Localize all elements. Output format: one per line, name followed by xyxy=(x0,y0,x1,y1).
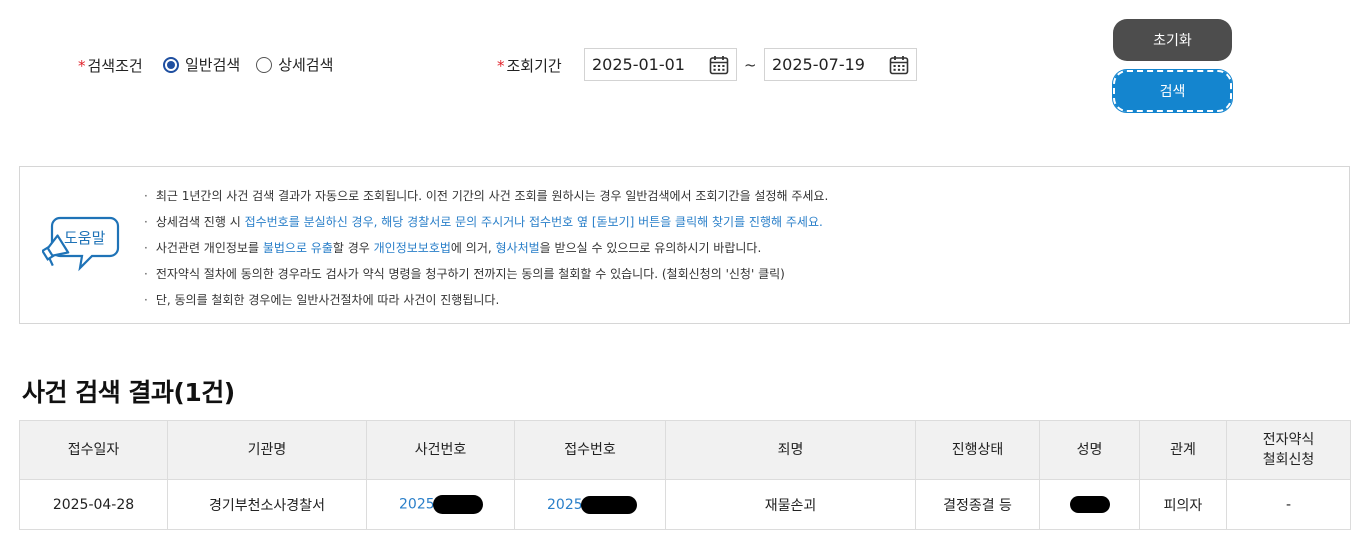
help-text: 단, 동의를 철회한 경우에는 일반사건절차에 따라 사건이 진행됩니다. xyxy=(155,293,500,307)
cell-case-number[interactable]: 2025 xyxy=(366,479,515,530)
column-header: 접수일자 xyxy=(19,420,168,480)
receipt-number-link[interactable]: 2025 xyxy=(547,497,583,513)
calendar-icon[interactable] xyxy=(708,54,730,76)
help-megaphone-icon: 도움말 xyxy=(42,216,120,272)
result-table: 접수일자 기관명 사건번호 접수번호 죄명 진행상태 성명 관계 전자약식 철회… xyxy=(19,420,1351,530)
help-line: 최근 1년간의 사건 검색 결과가 자동으로 조회됩니다. 이전 기간의 사건 … xyxy=(144,183,828,209)
help-text: 에 의거, xyxy=(450,241,496,255)
date-from-input[interactable]: 2025-01-01 xyxy=(584,48,737,81)
date-separator: ~ xyxy=(744,56,757,74)
column-header: 관계 xyxy=(1139,420,1227,480)
help-line: 사건관련 개인정보를 불법으로 유출할 경우 개인정보보호법에 의거, 형사처벌… xyxy=(144,235,828,261)
radio-detail-search[interactable]: 상세검색 xyxy=(256,54,333,75)
search-condition-label: * 검색조건 xyxy=(78,57,143,75)
redaction-mark xyxy=(1069,496,1110,513)
help-text: 을 받으실 수 있으므로 유의하시기 바랍니다. xyxy=(539,241,762,255)
column-header: 사건번호 xyxy=(366,420,515,480)
radio-checked-icon[interactable] xyxy=(163,56,179,73)
redaction-mark xyxy=(580,495,637,514)
cell-status: 결정종결 등 xyxy=(915,479,1040,530)
column-header: 전자약식 철회신청 xyxy=(1226,420,1351,480)
redaction-mark xyxy=(432,495,483,514)
column-header: 성명 xyxy=(1039,420,1140,480)
search-condition-radio-group: 일반검색 상세검색 xyxy=(163,54,349,75)
date-to-input[interactable]: 2025-07-19 xyxy=(764,48,917,81)
help-text: 사건관련 개인정보를 xyxy=(155,241,263,255)
table-header-row: 접수일자 기관명 사건번호 접수번호 죄명 진행상태 성명 관계 전자약식 철회… xyxy=(19,420,1351,480)
help-text: 상세검색 진행 시 xyxy=(155,215,245,229)
cell-withdraw[interactable]: - xyxy=(1226,479,1351,530)
radio-unchecked-icon[interactable] xyxy=(256,56,273,73)
help-highlight-text: 형사처벌 xyxy=(495,241,540,255)
result-title: 사건 검색 결과(1건) xyxy=(22,378,235,407)
help-text: 할 경우 xyxy=(332,241,374,255)
cell-agency: 경기부천소사경찰서 xyxy=(167,479,367,530)
column-header: 진행상태 xyxy=(915,420,1040,480)
help-highlight-text: 불법으로 유출 xyxy=(262,241,333,255)
column-header: 죄명 xyxy=(665,420,916,480)
help-highlight-text: 접수번호를 분실하신 경우, 해당 경찰서로 문의 주시거나 접수번호 옆 [돋… xyxy=(244,215,823,229)
help-line: 상세검색 진행 시 접수번호를 분실하신 경우, 해당 경찰서로 문의 주시거나… xyxy=(144,209,828,235)
cell-name xyxy=(1039,479,1140,530)
help-list: 최근 1년간의 사건 검색 결과가 자동으로 조회됩니다. 이전 기간의 사건 … xyxy=(144,183,828,313)
help-icon-label: 도움말 xyxy=(64,229,106,247)
cell-receipt-number[interactable]: 2025 xyxy=(514,479,666,530)
help-text: 최근 1년간의 사건 검색 결과가 자동으로 조회됩니다. 이전 기간의 사건 … xyxy=(155,189,829,203)
column-header: 접수번호 xyxy=(514,420,666,480)
cell-date: 2025-04-28 xyxy=(19,479,168,530)
radio-general-search[interactable]: 일반검색 xyxy=(163,54,240,75)
period-label: * 조회기간 xyxy=(497,57,562,75)
help-notice-box: 도움말 최근 1년간의 사건 검색 결과가 자동으로 조회됩니다. 이전 기간의… xyxy=(19,166,1350,324)
case-number-link[interactable]: 2025 xyxy=(399,497,435,513)
cell-offense: 재물손괴 xyxy=(665,479,916,530)
cell-relation: 피의자 xyxy=(1139,479,1227,530)
search-button[interactable]: 검색 xyxy=(1112,69,1233,113)
help-text: 전자약식 절차에 동의한 경우라도 검사가 약식 명령을 청구하기 전까지는 동… xyxy=(155,267,785,281)
reset-button[interactable]: 초기화 xyxy=(1113,19,1232,61)
table-row: 2025-04-28 경기부천소사경찰서 2025 2025 재물손괴 결정종결… xyxy=(19,479,1351,530)
help-line: 단, 동의를 철회한 경우에는 일반사건절차에 따라 사건이 진행됩니다. xyxy=(144,287,828,313)
column-header: 기관명 xyxy=(167,420,367,480)
help-highlight-text: 개인정보보호법 xyxy=(373,241,451,255)
calendar-icon[interactable] xyxy=(888,54,910,76)
help-line: 전자약식 절차에 동의한 경우라도 검사가 약식 명령을 청구하기 전까지는 동… xyxy=(144,261,828,287)
